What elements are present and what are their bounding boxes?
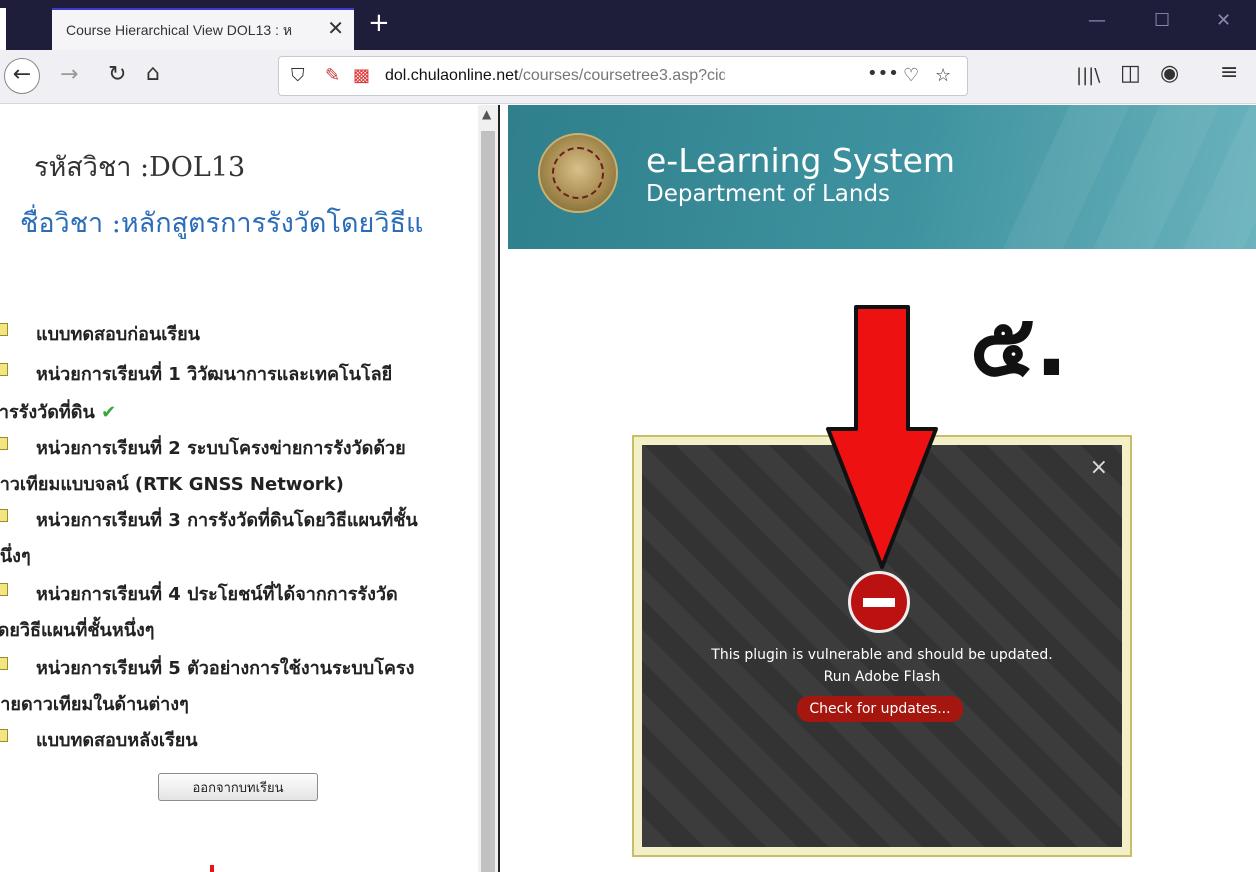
course-code: รหัสวิชา :DOL13 (34, 152, 246, 183)
blocked-content-icon[interactable]: ✎ (325, 65, 340, 86)
content-pane: e-Learning System Department of Lands ๕.… (508, 105, 1256, 872)
lesson-label-cont: การรังวัดที่ดิน (0, 402, 95, 423)
folder-icon (0, 583, 8, 596)
new-tab-icon[interactable]: + (368, 10, 390, 36)
lesson-label: หน่วยการเรียนที่ 1 วิวัฒนาการและเทคโนโลย… (36, 364, 393, 385)
lesson-label: หน่วยการเรียนที่ 2 ระบบโครงข่ายการรังวัด… (36, 438, 406, 459)
blocked-plugin-icon[interactable]: ▩ (353, 65, 370, 86)
completed-check-icon: ✔ (101, 402, 117, 423)
url-bar[interactable]: ⛉ ✎ ▩ dol.chulaonline.net/courses/course… (278, 56, 968, 96)
maximize-icon[interactable]: ☐ (1154, 10, 1170, 31)
folder-icon (0, 657, 8, 670)
folder-icon (0, 437, 8, 450)
folder-icon (0, 323, 8, 336)
lesson-label: แบบทดสอบก่อนเรียน (36, 324, 200, 345)
blocked-plugin-icon (848, 571, 910, 633)
department-seal-icon (538, 133, 618, 213)
title-bar: Course Hierarchical View DOL13 : ห ✕ + —… (0, 0, 1256, 50)
minimize-icon[interactable]: — (1088, 10, 1106, 31)
red-arrow-annotation (826, 305, 938, 569)
navigation-bar: ← → ↻ ⌂ ⛉ ✎ ▩ dol.chulaonline.net/course… (0, 50, 1256, 104)
menu-icon[interactable]: ≡ (1220, 62, 1238, 84)
banner-subtitle: Department of Lands (646, 181, 891, 207)
step-number-annotation: ๕. (970, 296, 1068, 396)
scroll-thumb[interactable] (481, 131, 495, 872)
back-button-icon[interactable]: ← (4, 58, 40, 94)
forward-icon[interactable]: → (60, 64, 78, 86)
flash-close-icon[interactable]: × (1090, 455, 1108, 480)
library-icon[interactable]: |||\ (1076, 65, 1100, 87)
lesson-label: หน่วยการเรียนที่ 3 การรังวัดที่ดินโดยวิธ… (36, 510, 418, 531)
folder-icon (0, 363, 8, 376)
url-text[interactable]: dol.chulaonline.net/courses/coursetree3.… (385, 67, 725, 85)
site-banner: e-Learning System Department of Lands (508, 105, 1256, 249)
account-icon[interactable]: ◉ (1160, 63, 1179, 85)
lesson-label-cont: โดยวิธีแผนที่ชั้นหนึ่งๆ (0, 620, 155, 641)
banner-title: e-Learning System (646, 141, 956, 180)
left-pane-scrollbar[interactable]: ▲ (478, 105, 498, 872)
lesson-label-cont: ดาวเทียมแบบจลน์ (RTK GNSS Network) (0, 474, 344, 495)
exit-lesson-button[interactable]: ออกจากบทเรียน (158, 773, 318, 801)
shield-icon[interactable]: ⛉ (291, 65, 305, 86)
window-close-icon[interactable]: ✕ (1216, 10, 1231, 31)
frame-divider (498, 105, 508, 872)
red-mark (210, 865, 214, 872)
page-actions-icon[interactable]: ••• (867, 63, 899, 84)
sidebar-icon[interactable]: ◫ (1120, 63, 1141, 85)
tab-course-view[interactable]: Course Hierarchical View DOL13 : ห ✕ (52, 8, 354, 50)
home-icon[interactable]: ⌂ (146, 63, 160, 85)
tab-close-icon[interactable]: ✕ (327, 16, 344, 40)
lesson-label-cont: หนึ่งๆ (0, 546, 31, 567)
bookmark-star-icon[interactable]: ☆ (935, 65, 951, 86)
lesson-label: แบบทดสอบหลังเรียน (36, 730, 198, 751)
lesson-label: หน่วยการเรียนที่ 5 ตัวอย่างการใช้งานระบบ… (36, 658, 415, 679)
pocket-icon[interactable]: ♡ (903, 65, 919, 86)
run-flash-link[interactable]: Run Adobe Flash (642, 669, 1122, 685)
reload-icon[interactable]: ↻ (108, 64, 126, 86)
folder-icon (0, 509, 8, 522)
vulnerable-message: This plugin is vulnerable and should be … (711, 647, 1053, 663)
lesson-label-cont: ข่ายดาวเทียมในด้านต่างๆ (0, 694, 189, 715)
course-tree-pane: รหัสวิชา :DOL13 ชื่อวิชา :หลักสูตรการรัง… (0, 105, 478, 872)
lesson-label: หน่วยการเรียนที่ 4 ประโยชน์ที่ได้จากการร… (36, 584, 398, 605)
window-edge (0, 8, 6, 50)
tab-title: Course Hierarchical View DOL13 : ห (66, 22, 293, 38)
check-updates-button[interactable]: Check for updates... (797, 696, 963, 722)
folder-icon (0, 729, 8, 742)
course-name: ชื่อวิชา :หลักสูตรการรังวัดโดยวิธีแ (20, 208, 424, 239)
scroll-up-arrow-icon[interactable]: ▲ (482, 107, 491, 121)
